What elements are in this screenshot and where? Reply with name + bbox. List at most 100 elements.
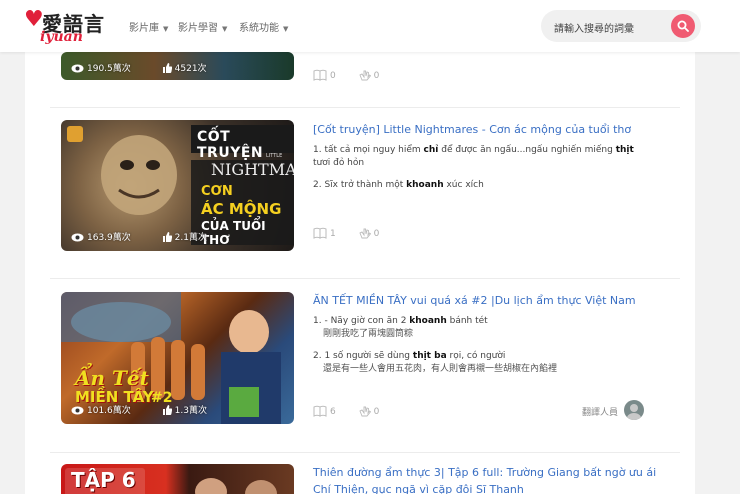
sentence-text: tất cả mọi nguy hiểm — [324, 145, 424, 155]
nav-label: 影片學習 — [178, 23, 218, 34]
vocab-count-value: 0 — [330, 71, 336, 81]
caret-down-icon: ▼ — [222, 25, 228, 33]
clap-icon — [359, 228, 371, 239]
translator-info[interactable]: 翻譯人員 — [582, 400, 644, 420]
clap-icon — [359, 406, 371, 417]
sentence-text: rọi, có người — [446, 351, 506, 361]
translator-label: 翻譯人員 — [582, 408, 619, 418]
search-button[interactable] — [671, 14, 695, 38]
clap-count[interactable]: 0 — [359, 70, 390, 81]
search-icon — [677, 20, 689, 32]
clap-icon — [359, 70, 371, 81]
video-stats: 101.6萬次 1.3萬次 — [71, 403, 235, 416]
example-sentence: 2. 1 số người sẽ dùng thịt ba rọi, có ng… — [313, 350, 653, 376]
video-list-panel: 190.5萬次 4521次 0 0 CỐT TRUYỆN LITTLE NIGH… — [25, 52, 695, 494]
avatar-image — [627, 404, 641, 420]
nav-video-library[interactable]: 影片庫 ▼ — [129, 19, 168, 34]
keyword: thịt ba — [412, 351, 447, 361]
example-sentence: 1. tất cả mọi nguy hiểm chỉ để được ăn n… — [313, 144, 653, 170]
row-divider — [50, 452, 680, 453]
example-sentence: 1. - Nãy giờ con ăn 2 khoanh bánh tét 剛剛… — [313, 315, 653, 341]
thumbs-up-icon — [162, 405, 172, 415]
vocab-count[interactable]: 1 — [313, 227, 346, 239]
search-bar: 請輸入搜尋的詞彙 — [541, 10, 701, 42]
likes-stat: 1.3萬次 — [162, 405, 221, 416]
likes-stat: 2.1萬次 — [162, 232, 221, 243]
sentence-number: 1. — [313, 145, 322, 155]
search-input[interactable]: 請輸入搜尋的詞彙 — [554, 20, 634, 35]
clap-count-value: 0 — [373, 71, 380, 81]
example-sentence: 2. Sĩx trở thành một khoanh xúc xích — [313, 179, 653, 192]
clap-count-value: 0 — [373, 229, 380, 239]
sentence-text: bánh tét — [446, 316, 488, 326]
eye-icon — [71, 64, 84, 73]
video-title-link[interactable]: ĂN TẾT MIỀN TÂY vui quá xá #2 |Du lịch ẩ… — [313, 292, 636, 309]
keyword: khoanh — [406, 180, 444, 190]
video-title-link[interactable]: [Cốt truyện] Little Nightmares - Cơn ác … — [313, 121, 631, 138]
sentence-text: Sĩx trở thành một — [324, 180, 407, 190]
vocab-count-value: 1 — [330, 229, 336, 239]
sentence-number: 2. — [313, 180, 322, 190]
heart-icon: ♥ — [24, 7, 44, 32]
sentence-number: 1. — [313, 316, 322, 326]
vocab-count[interactable]: 6 — [313, 405, 346, 417]
clap-count[interactable]: 0 — [359, 406, 390, 417]
nav-system-functions[interactable]: 系統功能 ▼ — [239, 19, 288, 34]
sentence-text: 1 số người sẽ dùng — [324, 351, 413, 361]
keyword: chỉ — [423, 145, 439, 155]
thumbnail-caption: NIGHTMARES — [211, 160, 294, 179]
sentence-number: 2. — [313, 351, 322, 361]
video-stats: 190.5萬次 4521次 — [71, 61, 235, 74]
thumbnail-caption: ÁC MỘNG — [201, 200, 282, 218]
translator-avatar[interactable] — [624, 400, 644, 420]
book-icon — [313, 227, 327, 239]
video-meta: 0 0 — [313, 69, 399, 81]
row-divider — [50, 278, 680, 279]
thumbs-up-icon — [162, 232, 172, 242]
video-title-link[interactable]: Thiên đường ẩm thực 3| Tập 6 full: Trườn… — [313, 464, 658, 494]
site-logo[interactable]: ♥ 愛語言 iyuan — [24, 5, 116, 47]
views-stat: 163.9萬次 — [71, 233, 145, 243]
video-thumbnail[interactable]: 190.5萬次 4521次 — [61, 52, 294, 80]
sentence-text: để được ăn ngấu...ngấu nghiến miếng — [438, 145, 616, 155]
vocab-count[interactable]: 0 — [313, 69, 346, 81]
nav-video-learning[interactable]: 影片學習 ▼ — [178, 19, 227, 34]
keyword: khoanh — [409, 316, 447, 326]
likes-count: 1.3萬次 — [174, 406, 207, 416]
translation-text: 剛剛我吃了兩塊圓筒粽 — [323, 329, 414, 339]
vocab-count-value: 6 — [330, 407, 336, 417]
clap-count-value: 0 — [373, 407, 380, 417]
caret-down-icon: ▼ — [163, 25, 169, 33]
book-icon — [313, 69, 327, 81]
views-stat: 101.6萬次 — [71, 406, 145, 416]
video-thumbnail[interactable]: TẬP 6 — [61, 464, 294, 494]
sentence-text: tươi đỏ hỏn — [313, 158, 365, 168]
keyword: thịt — [615, 145, 634, 155]
clap-count[interactable]: 0 — [359, 228, 390, 239]
likes-count: 4521次 — [174, 64, 207, 74]
sentence-text: - Nãy giờ con ăn 2 — [324, 316, 410, 326]
book-icon — [313, 405, 327, 417]
nav-label: 影片庫 — [129, 23, 159, 34]
video-stats: 163.9萬次 2.1萬次 — [71, 230, 235, 243]
likes-count: 2.1萬次 — [174, 233, 207, 243]
thumbnail-caption: TẬP 6 — [71, 468, 136, 492]
eye-icon — [71, 406, 84, 415]
thumbs-up-icon — [162, 63, 172, 73]
caret-down-icon: ▼ — [283, 25, 289, 33]
views-stat: 190.5萬次 — [71, 64, 145, 74]
translation-text: 還是有一些人會用五花肉，有人則會再襯一些胡椒在內餡裡 — [323, 364, 558, 374]
row-divider — [50, 107, 680, 108]
video-thumbnail[interactable]: Ẩn Tết MIỀN TÂY #2 101.6萬次 1.3萬次 — [61, 292, 294, 424]
sentence-text: xúc xích — [443, 180, 484, 190]
example-sentences: 1. tất cả mọi nguy hiểm chỉ để được ăn n… — [313, 144, 653, 201]
views-count: 190.5萬次 — [87, 64, 131, 74]
eye-icon — [71, 233, 84, 242]
video-meta: 1 0 — [313, 227, 399, 239]
thumbnail-caption: LITTLE — [266, 153, 283, 159]
logo-subtext: iyuan — [40, 29, 83, 45]
views-count: 101.6萬次 — [87, 406, 131, 416]
video-thumbnail[interactable]: CỐT TRUYỆN LITTLE NIGHTMARES CƠN ÁC MỘNG… — [61, 120, 294, 251]
views-count: 163.9萬次 — [87, 233, 131, 243]
nav-label: 系統功能 — [239, 23, 279, 34]
